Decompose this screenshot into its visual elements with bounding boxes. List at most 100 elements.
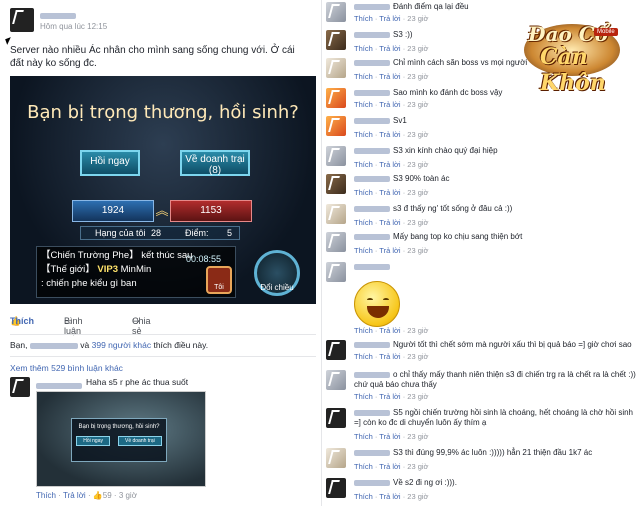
comment-avatar[interactable] xyxy=(10,377,30,397)
likes-summary: Bạn, và 399 người khác thích điều này. xyxy=(10,340,209,350)
comment-author-name[interactable] xyxy=(354,263,390,270)
fist-icon: Tôi xyxy=(206,266,232,294)
game-logo: Đao Cổ Càn Khôn Mobile xyxy=(514,12,634,96)
comment-author-name[interactable] xyxy=(354,31,390,38)
comment-reply-link[interactable]: Trả lời xyxy=(379,72,400,81)
comment-author-name[interactable] xyxy=(354,59,390,66)
comment-like-link[interactable]: Thích xyxy=(354,218,373,227)
comment-avatar[interactable] xyxy=(326,262,346,282)
comment-text: S3 90% toàn ác xyxy=(393,174,450,183)
post-action-bar: 👍 Thích ▭ Bình luận ↪ Chia sẻ xyxy=(10,316,151,336)
comment-like-link[interactable]: Thích xyxy=(354,130,373,139)
comment-author-name[interactable] xyxy=(354,449,390,456)
comment-like-link[interactable]: Thích xyxy=(36,491,56,500)
comment-time: 23 giờ xyxy=(407,246,429,255)
comment-like-link[interactable]: Thích xyxy=(354,432,373,441)
comment-reply-link[interactable]: Trả lời xyxy=(379,392,400,401)
comment-reply-link[interactable]: Trả lời xyxy=(379,326,400,335)
comment-time: 23 giờ xyxy=(407,392,429,401)
comment-like-link[interactable]: Thích xyxy=(354,72,373,81)
comment-reply-link[interactable]: Trả lời xyxy=(379,188,400,197)
comment-body xyxy=(354,262,636,272)
game-points-value: 5 xyxy=(227,228,233,238)
comment-author-name[interactable] xyxy=(354,117,390,124)
comment-actions: Thích · Trả lời · 👍59 · 3 giờ xyxy=(36,491,137,500)
comment-avatar[interactable] xyxy=(326,340,346,360)
comment-reply-link[interactable]: Trả lời xyxy=(379,160,400,169)
comment-body: S3 thì đúng 99,9% ác luôn :))))) hẳn 21 … xyxy=(354,448,636,458)
comment-reply-link[interactable]: Trả lời xyxy=(379,44,400,53)
comment-avatar[interactable] xyxy=(326,448,346,468)
comment-text: Mấy bang top ko chịu sang thiện bớt xyxy=(393,232,523,241)
comment-avatar[interactable] xyxy=(326,88,346,108)
comment-time: 23 giờ xyxy=(407,218,429,227)
comment-author-name[interactable] xyxy=(354,147,390,154)
comment-like-link[interactable]: Thích xyxy=(354,462,373,471)
comment-text: Đánh điểm qa lại đều xyxy=(393,2,469,11)
comment-avatar[interactable] xyxy=(326,2,346,22)
comment-body: Về s2 đi ng ơi :))). xyxy=(354,478,636,488)
comment-like-link[interactable]: Thích xyxy=(354,188,373,197)
comment-like-link[interactable]: Thích xyxy=(354,44,373,53)
comment-like-link[interactable]: Thích xyxy=(354,246,373,255)
likes-others-link[interactable]: 399 người khác xyxy=(92,340,151,350)
comment-time: 23 giờ xyxy=(407,130,429,139)
comment-avatar[interactable] xyxy=(326,174,346,194)
comment-body: S3 90% toàn ác xyxy=(354,174,636,184)
comment-reply-link[interactable]: Trả lời xyxy=(379,130,400,139)
post-timestamp[interactable]: Hôm qua lúc 12:15 xyxy=(40,22,107,31)
comment-reply-link[interactable]: Trả lời xyxy=(379,246,400,255)
comment-text: Về s2 đi ng ơi :))). xyxy=(393,478,457,487)
comment-body: o chỉ thấy mấy thanh niên thiện s3 đi ch… xyxy=(354,370,636,390)
comment-reply-link[interactable]: Trả lời xyxy=(379,100,400,109)
comment-like-link[interactable]: Thích xyxy=(354,160,373,169)
game-chat-line-2: 【Thế giới】 VIP3 MinMin xyxy=(41,264,152,275)
game-score-left: 1924 xyxy=(72,200,154,222)
comment-time: 23 giờ xyxy=(407,188,429,197)
game-rank-label: Hạng của tôi xyxy=(95,228,146,238)
comment-avatar[interactable] xyxy=(326,58,346,78)
comment-reply-link[interactable]: Trả lời xyxy=(379,462,400,471)
comment-author-name[interactable] xyxy=(354,205,390,212)
comment-like-link[interactable]: Thích xyxy=(354,100,373,109)
chevron-up-icon: ︽ xyxy=(155,203,169,218)
comment-like-link[interactable]: Thích xyxy=(354,352,373,361)
comment-author-name[interactable] xyxy=(354,409,390,416)
comment-reply-link[interactable]: Trả lời xyxy=(379,218,400,227)
thumbs-up-icon: 👍 xyxy=(92,491,103,500)
comment-author-name[interactable] xyxy=(354,89,390,96)
comment-avatar[interactable] xyxy=(326,30,346,50)
post-game-screenshot[interactable]: Bạn bị trọng thương, hồi sinh? Hồi ngay … xyxy=(10,76,316,304)
game-chat-line-3: : chiến phe kiểu gì ban xyxy=(41,278,137,289)
comment-author-name[interactable] xyxy=(354,175,390,182)
game-points-label: Điểm: xyxy=(185,228,209,238)
comment-text: Sv1 xyxy=(393,116,407,125)
comment-image[interactable]: Bạn bị trọng thương, hồi sinh? Hồi ngay V… xyxy=(36,391,206,487)
comment-reply-link[interactable]: Trả lời xyxy=(379,14,400,23)
comment-like-link[interactable]: Thích xyxy=(354,326,373,335)
comment-avatar[interactable] xyxy=(326,408,346,428)
comment-author-name[interactable] xyxy=(354,233,390,240)
comment-avatar[interactable] xyxy=(326,370,346,390)
post-author-name[interactable] xyxy=(40,10,76,20)
comment-avatar[interactable] xyxy=(326,232,346,252)
comment-avatar[interactable] xyxy=(326,116,346,136)
comment-author-name[interactable] xyxy=(354,479,390,486)
comment-like-link[interactable]: Thích xyxy=(354,392,373,401)
comment-avatar[interactable] xyxy=(326,478,346,498)
post-author-avatar[interactable] xyxy=(10,8,34,32)
comment-reply-link[interactable]: Trả lời xyxy=(379,352,400,361)
comment-author-name[interactable] xyxy=(354,341,390,348)
view-more-comments-link[interactable]: Xem thêm 529 bình luận khác xyxy=(10,363,123,373)
comment-like-link[interactable]: Thích xyxy=(354,492,373,501)
comment-like-link[interactable]: Thích xyxy=(354,14,373,23)
comment-author-name[interactable] xyxy=(354,3,390,10)
comment-avatar[interactable] xyxy=(326,204,346,224)
comment-avatar[interactable] xyxy=(326,146,346,166)
comment-author-name[interactable] xyxy=(36,380,82,390)
comment-reply-link[interactable]: Trả lời xyxy=(63,491,86,500)
comment-reply-link[interactable]: Trả lời xyxy=(379,432,400,441)
comment-author-name[interactable] xyxy=(354,371,390,378)
comment-reply-link[interactable]: Trả lời xyxy=(379,492,400,501)
comment-time: 23 giờ xyxy=(407,14,429,23)
